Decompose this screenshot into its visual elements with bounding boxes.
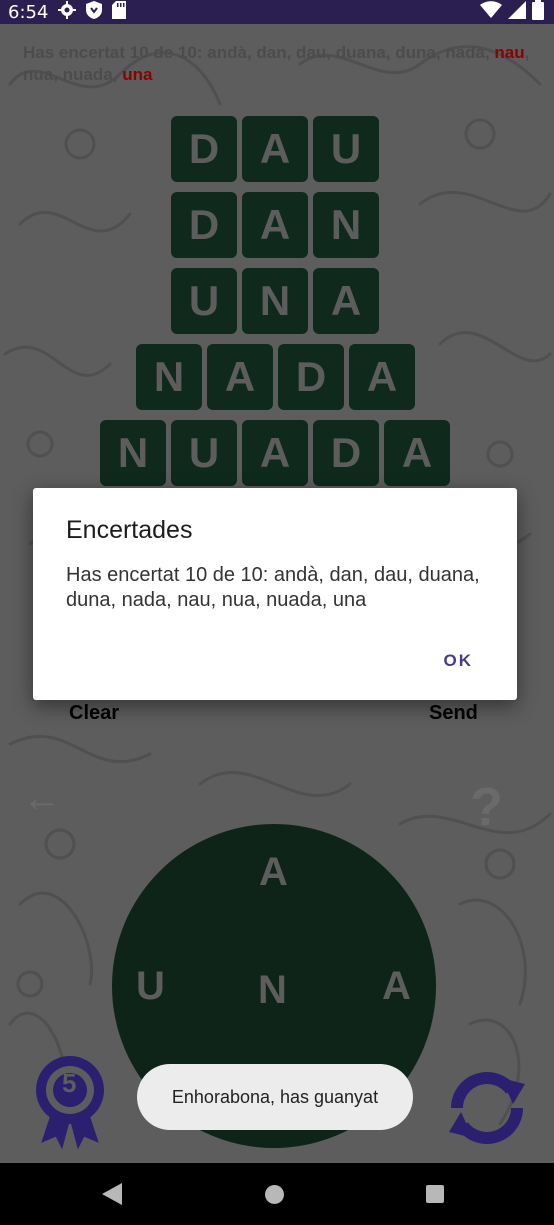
navigation-bar: [0, 1163, 554, 1225]
letter-tile: D: [278, 344, 344, 410]
back-arrow-icon[interactable]: ←: [22, 776, 62, 821]
letter-tile: A: [384, 420, 450, 486]
dialog-message: Has encertat 10 de 10: andà, dan, dau, d…: [66, 564, 480, 611]
nav-back-icon[interactable]: [102, 1183, 122, 1210]
badge-count: 5: [62, 1068, 77, 1098]
dialog-title: Encertades: [66, 516, 193, 544]
word-row-2: D A N: [171, 192, 379, 258]
shield-icon: [86, 0, 103, 24]
wifi-icon: [480, 0, 502, 24]
found-words-text: Has encertat 10 de 10: andà, dan, dau, d…: [23, 42, 533, 86]
letter-tile: N: [100, 420, 166, 486]
found-words-dialog: Encertades Has encertat 10 de 10: andà, …: [33, 488, 517, 700]
gear-icon: [58, 0, 77, 24]
refresh-icon[interactable]: [443, 1064, 531, 1152]
letter-tile: N: [313, 192, 379, 258]
letter-tile: A: [313, 268, 379, 334]
signal-icon: [508, 0, 526, 24]
wheel-letter-left[interactable]: U: [136, 964, 165, 1009]
status-bar: 6:54: [0, 0, 554, 24]
letter-tile: A: [349, 344, 415, 410]
letter-tile: A: [242, 420, 308, 486]
word-row-5: N U A D A: [100, 420, 450, 486]
dialog-ok-button[interactable]: OK: [444, 651, 474, 671]
letter-tile: D: [171, 116, 237, 182]
letter-tile: A: [242, 192, 308, 258]
letter-tile: A: [242, 116, 308, 182]
letter-tile: A: [207, 344, 273, 410]
letter-tile: U: [171, 268, 237, 334]
toast-message: Enhorabona, has guanyat: [137, 1064, 413, 1130]
hint-button[interactable]: ?: [470, 776, 503, 838]
letter-tile: D: [313, 420, 379, 486]
letter-tile: N: [136, 344, 202, 410]
wheel-letter-top[interactable]: A: [259, 850, 288, 895]
battery-icon: [532, 0, 544, 25]
found-words-prefix: Has encertat 10 de 10: andà, dan, dau, d…: [23, 43, 490, 62]
word-row-1: D A U: [171, 116, 379, 182]
award-badge-icon[interactable]: 5: [32, 1054, 108, 1150]
clear-button[interactable]: Clear: [69, 702, 119, 725]
letter-tile: U: [171, 420, 237, 486]
wheel-letter-right[interactable]: A: [382, 964, 411, 1009]
nav-recents-icon[interactable]: [426, 1185, 444, 1203]
word-row-3: U N A: [171, 268, 379, 334]
sd-card-icon: [112, 0, 127, 24]
found-word-una: una: [122, 65, 153, 84]
wheel-letter-center[interactable]: N: [258, 968, 287, 1013]
send-button[interactable]: Send: [429, 702, 478, 725]
status-time: 6:54: [8, 1, 49, 23]
letter-tile: D: [171, 192, 237, 258]
word-row-4: N A D A: [136, 344, 415, 410]
letter-tile: U: [313, 116, 379, 182]
letter-tile: N: [242, 268, 308, 334]
found-word-nau: nau: [494, 43, 525, 62]
nav-home-icon[interactable]: [265, 1185, 284, 1204]
